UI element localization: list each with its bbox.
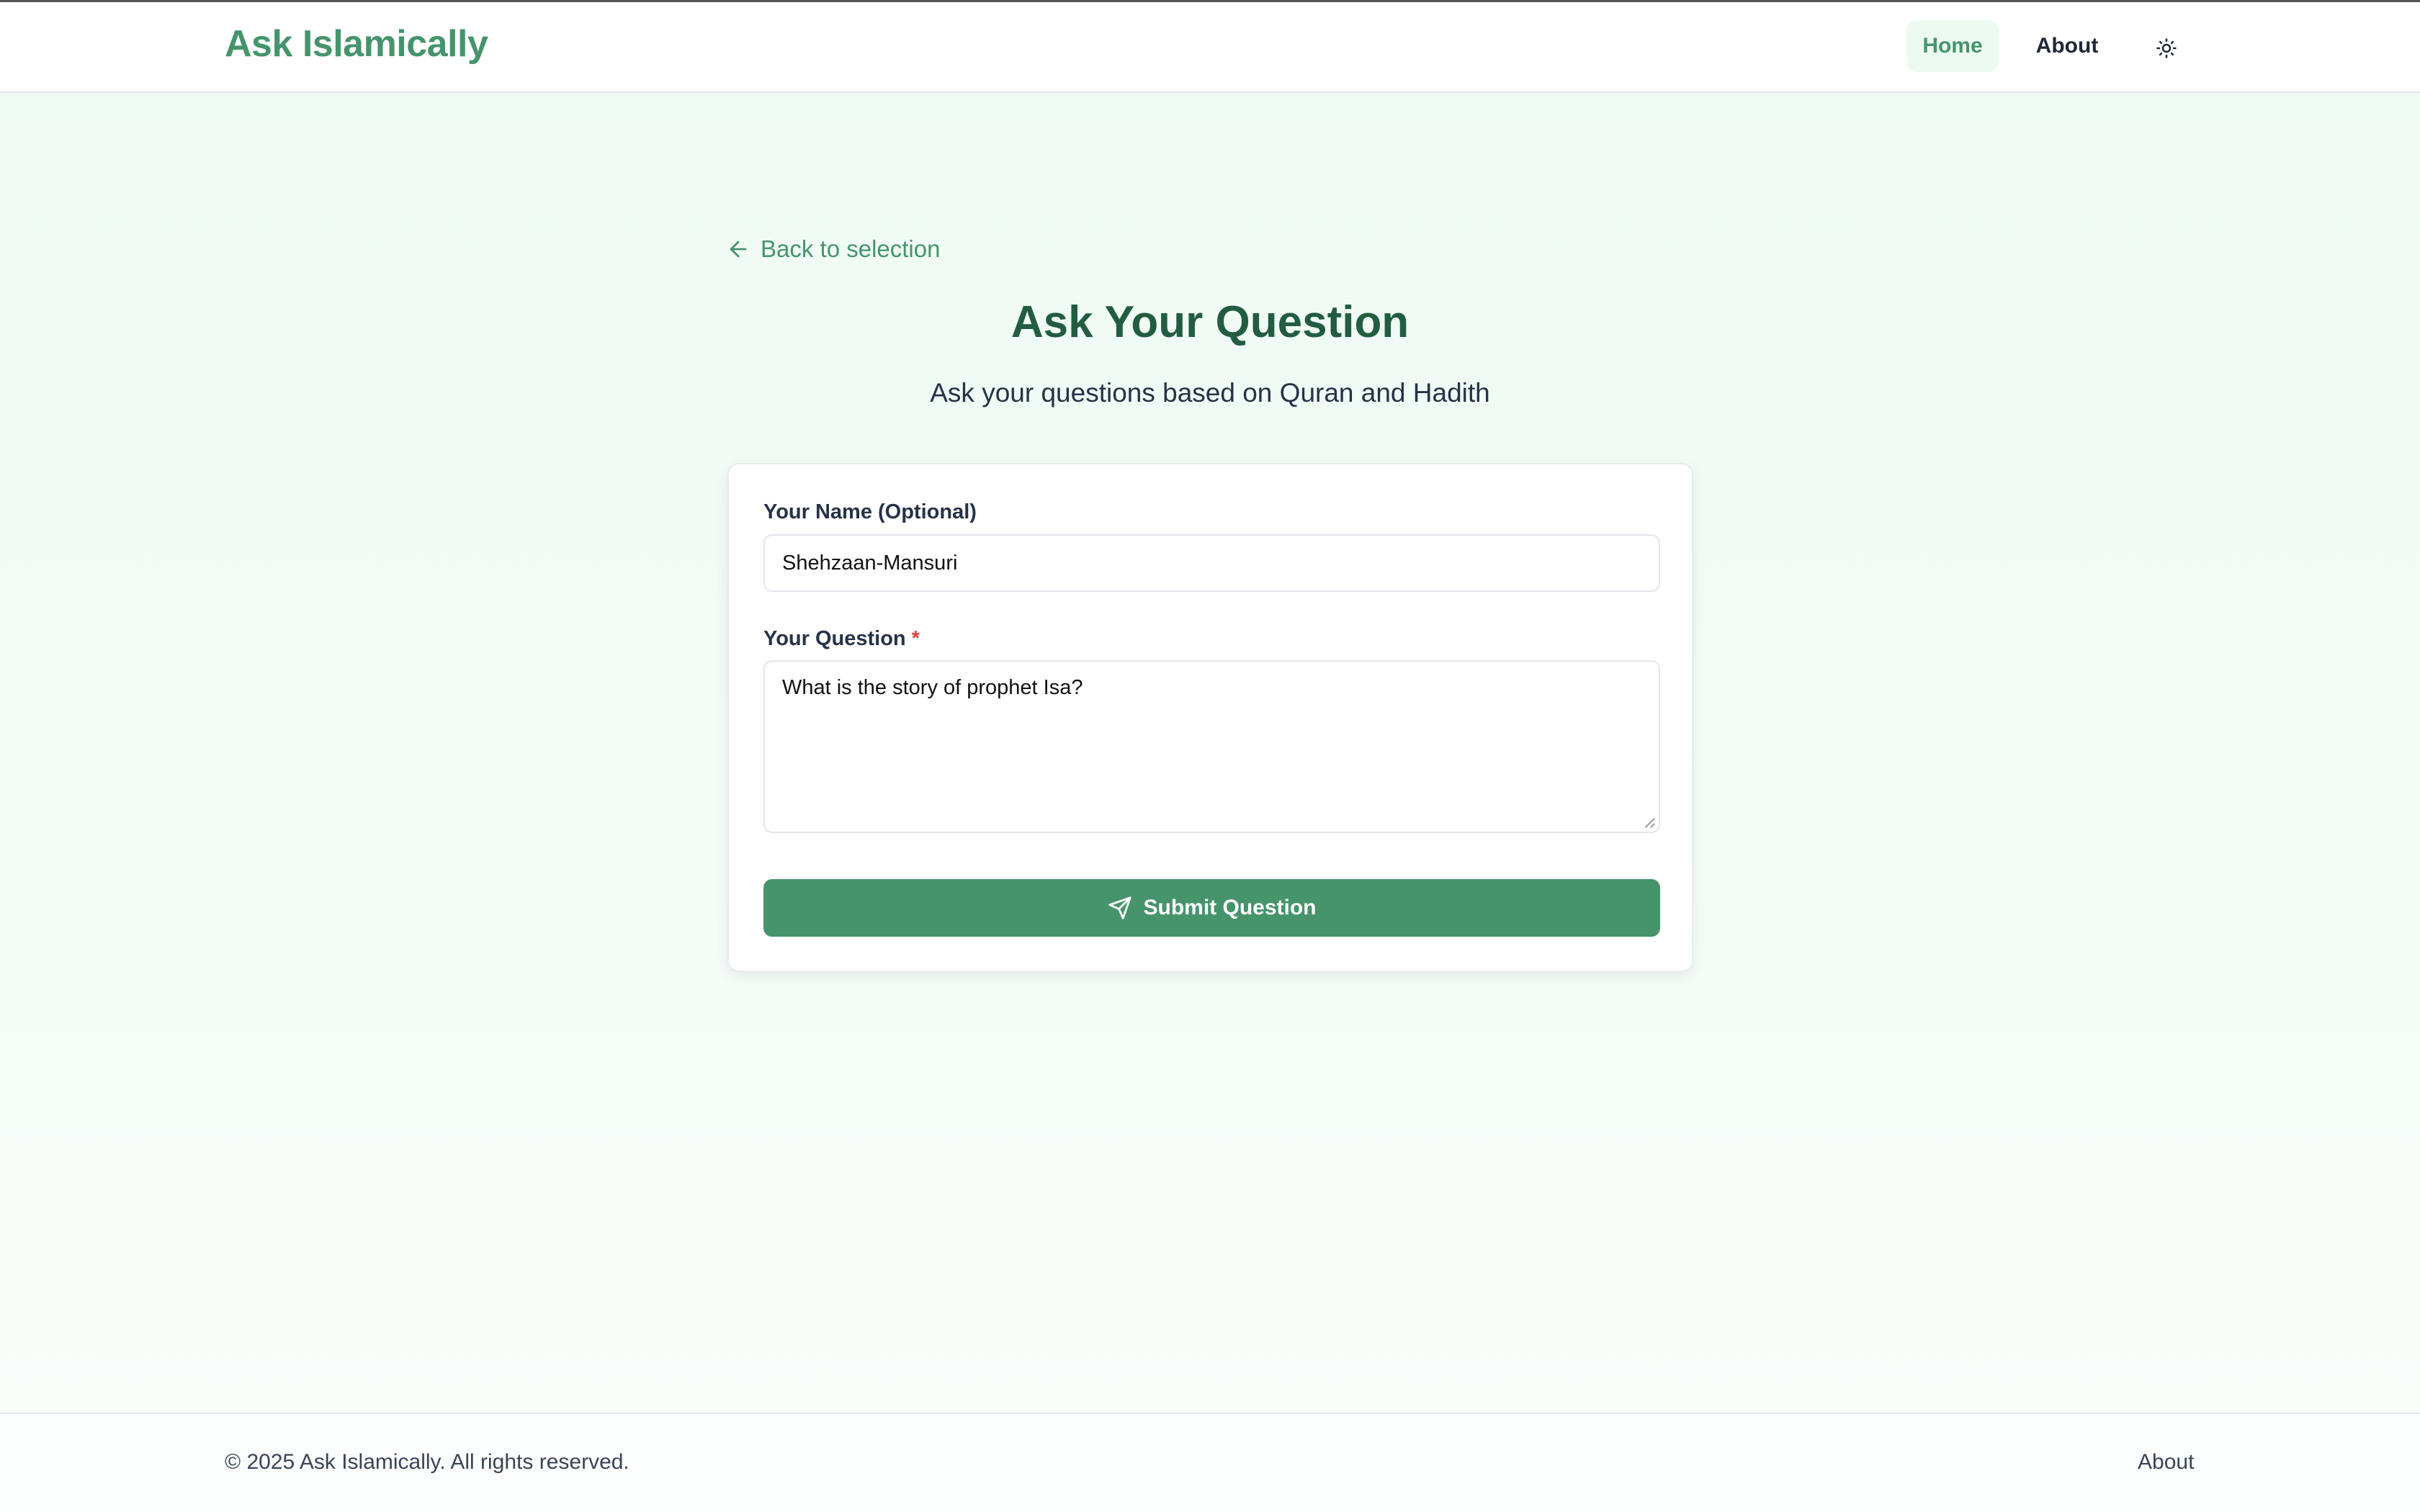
name-input-value: Shehzaan-Mansuri (782, 551, 958, 575)
arrow-left-icon (730, 240, 747, 258)
submit-question-button[interactable]: Submit Question (763, 879, 1660, 937)
send-icon (1108, 896, 1131, 919)
back-link-label: Back to selection (761, 235, 941, 262)
question-form-card: Your Name (Optional) Shehzaan-Mansuri Yo… (727, 463, 1693, 972)
required-marker: * (911, 627, 920, 650)
copyright-text: © 2025 Ask Islamically. All rights reser… (225, 1450, 629, 1474)
submit-button-label: Submit Question (1143, 896, 1317, 919)
question-label-text: Your Question (763, 627, 906, 650)
name-field-label: Your Name (Optional) (763, 500, 977, 523)
question-textarea[interactable]: What is the story of prophet Isa? (763, 660, 1660, 833)
back-to-selection-link[interactable]: Back to selection (726, 232, 940, 266)
page-title: Ask Your Question (1010, 297, 1410, 347)
nav-about-link[interactable]: About (2017, 20, 2118, 72)
sun-icon (2156, 38, 2177, 58)
page-subtitle: Ask your questions based on Quran and Ha… (930, 378, 1490, 408)
resize-handle-icon[interactable] (1643, 816, 1656, 829)
brand-logo[interactable]: Ask Islamically (225, 22, 488, 66)
nav-home-link[interactable]: Home (1906, 20, 1999, 72)
footer-about-link[interactable]: About (2138, 1450, 2194, 1475)
name-input[interactable]: Shehzaan-Mansuri (763, 534, 1660, 592)
page-footer: © 2025 Ask Islamically. All rights reser… (0, 1413, 2420, 1512)
question-field-label: Your Question * (763, 627, 920, 651)
question-textarea-value: What is the story of prophet Isa? (782, 676, 1083, 699)
theme-toggle-button[interactable] (2141, 24, 2192, 72)
top-navbar: Ask Islamically Home About (0, 2, 2420, 93)
